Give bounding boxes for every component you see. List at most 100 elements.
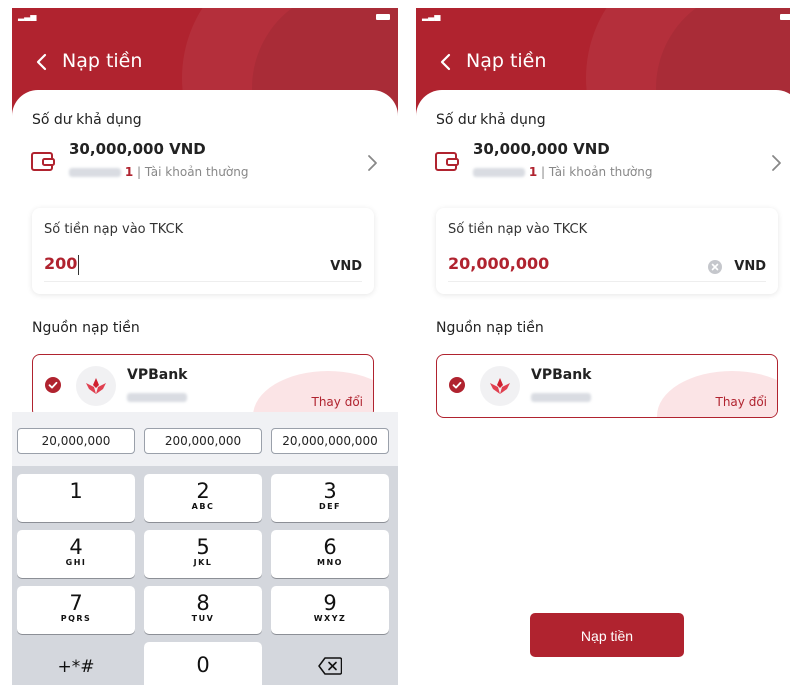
account-type: Tài khoản thường — [144, 165, 249, 179]
page-title: Nạp tiền — [62, 50, 143, 72]
back-button[interactable] — [32, 52, 52, 72]
balance-amount: 30,000,000 VND — [473, 140, 610, 158]
clear-input-button[interactable] — [708, 259, 722, 274]
chevron-right-icon — [772, 155, 781, 171]
signal-icon: ▂▃▅ — [422, 12, 441, 21]
status-bar: ▂▃▅ — [18, 12, 394, 22]
key-5[interactable]: 5 JKL — [144, 530, 262, 578]
battery-icon — [376, 14, 390, 20]
key-letters: GHI — [65, 558, 87, 567]
key-digit: 7 — [69, 591, 83, 615]
source-label: Nguồn nạp tiền — [32, 320, 140, 336]
signal-icon: ▂▃▅ — [18, 12, 37, 21]
wallet-icon — [434, 150, 460, 174]
clear-icon — [708, 260, 722, 274]
change-source-link[interactable]: Thay đổi — [716, 395, 768, 409]
suggestion-chip[interactable]: 20,000,000 — [17, 428, 135, 454]
account-line: 1 | Tài khoản thường — [473, 165, 652, 179]
amount-label: Số tiền nạp vào TKCK — [448, 222, 588, 237]
key-digit: 9 — [323, 591, 337, 615]
key-digit: 5 — [196, 535, 210, 559]
key-letters: ABC — [191, 502, 215, 511]
account-line: 1 | Tài khoản thường — [69, 165, 248, 179]
screen-deposit-typing: ▂▃▅ Nạp tiền Số dư khả dụng 30,000,000 V… — [12, 8, 398, 685]
key-6[interactable]: 6 MNO — [271, 530, 389, 578]
key-letters: WXYZ — [313, 614, 347, 623]
key-4[interactable]: 4 GHI — [17, 530, 135, 578]
input-underline — [44, 281, 362, 282]
account-type: Tài khoản thường — [548, 165, 653, 179]
key-digit: 4 — [69, 535, 83, 559]
key-letters: TUV — [191, 614, 215, 623]
numeric-keyboard: 20,000,000 200,000,000 20,000,000,000 1 … — [12, 412, 398, 685]
amount-currency: VND — [330, 259, 362, 274]
account-number-masked — [473, 168, 525, 177]
content-sheet: Số dư khả dụng 30,000,000 VND 1 | Tài kh… — [416, 90, 790, 685]
deposit-submit-button[interactable]: Nạp tiền — [530, 613, 684, 657]
account-number-masked — [69, 168, 121, 177]
chevron-left-icon — [36, 53, 47, 71]
suggestion-bar: 20,000,000 200,000,000 20,000,000,000 — [12, 412, 398, 466]
source-card[interactable]: VPBank Thay đổi — [32, 354, 374, 418]
account-select-button[interactable] — [366, 154, 378, 172]
text-caret — [78, 254, 80, 275]
balance-amount: 30,000,000 VND — [69, 140, 206, 158]
key-letters: JKL — [193, 558, 213, 567]
check-circle-icon — [45, 377, 61, 393]
key-letters: PQRS — [60, 614, 92, 623]
status-bar: ▂▃▅ — [422, 12, 790, 22]
battery-icon — [780, 14, 790, 20]
suggestion-chip[interactable]: 200,000,000 — [144, 428, 262, 454]
bank-name: VPBank — [127, 367, 188, 383]
amount-input[interactable]: 200 — [44, 254, 80, 275]
amount-card: Số tiền nạp vào TKCK 20,000,000 VND — [436, 208, 778, 294]
key-symbols[interactable]: +*# — [17, 642, 135, 685]
key-3[interactable]: 3 DEF — [271, 474, 389, 522]
amount-label: Số tiền nạp vào TKCK — [44, 222, 184, 237]
key-digit: 3 — [323, 479, 337, 503]
key-letters: MNO — [317, 558, 343, 567]
source-label: Nguồn nạp tiền — [436, 320, 544, 336]
key-9[interactable]: 9 WXYZ — [271, 586, 389, 634]
key-digit: +*# — [57, 657, 95, 677]
key-2[interactable]: 2 ABC — [144, 474, 262, 522]
back-button[interactable] — [436, 52, 456, 72]
source-card[interactable]: VPBank Thay đổi — [436, 354, 778, 418]
page-title: Nạp tiền — [466, 50, 547, 72]
check-circle-icon — [449, 377, 465, 393]
bank-account-masked — [531, 393, 591, 402]
vpbank-logo-icon — [480, 366, 520, 406]
change-source-link[interactable]: Thay đổi — [312, 395, 364, 409]
account-number-suffix: 1 — [528, 165, 538, 179]
key-1[interactable]: 1 — [17, 474, 135, 522]
key-digit: 0 — [196, 653, 210, 677]
key-letters: DEF — [318, 502, 342, 511]
balance-label: Số dư khả dụng — [436, 112, 546, 128]
screen-deposit-filled: ▂▃▅ Nạp tiền Số dư khả dụng 30,000,000 V… — [416, 8, 790, 685]
key-digit: 2 — [196, 479, 210, 503]
amount-value: 200 — [44, 254, 78, 273]
account-separator: | — [541, 165, 549, 179]
key-backspace[interactable] — [271, 642, 389, 685]
input-underline — [448, 281, 766, 282]
vpbank-logo-icon — [76, 366, 116, 406]
key-0[interactable]: 0 — [144, 642, 262, 685]
amount-currency: VND — [734, 259, 766, 274]
key-digit: 1 — [69, 479, 83, 503]
key-8[interactable]: 8 TUV — [144, 586, 262, 634]
amount-card: Số tiền nạp vào TKCK 200 VND — [32, 208, 374, 294]
key-digit: 6 — [323, 535, 337, 559]
account-separator: | — [137, 165, 145, 179]
key-7[interactable]: 7 PQRS — [17, 586, 135, 634]
key-digit: 8 — [196, 591, 210, 615]
bank-account-masked — [127, 393, 187, 402]
suggestion-chip[interactable]: 20,000,000,000 — [271, 428, 389, 454]
amount-input[interactable]: 20,000,000 — [448, 254, 549, 273]
balance-label: Số dư khả dụng — [32, 112, 142, 128]
account-select-button[interactable] — [770, 154, 782, 172]
account-number-suffix: 1 — [124, 165, 134, 179]
chevron-left-icon — [440, 53, 451, 71]
wallet-icon — [30, 150, 56, 174]
bank-name: VPBank — [531, 367, 592, 383]
chevron-right-icon — [368, 155, 377, 171]
